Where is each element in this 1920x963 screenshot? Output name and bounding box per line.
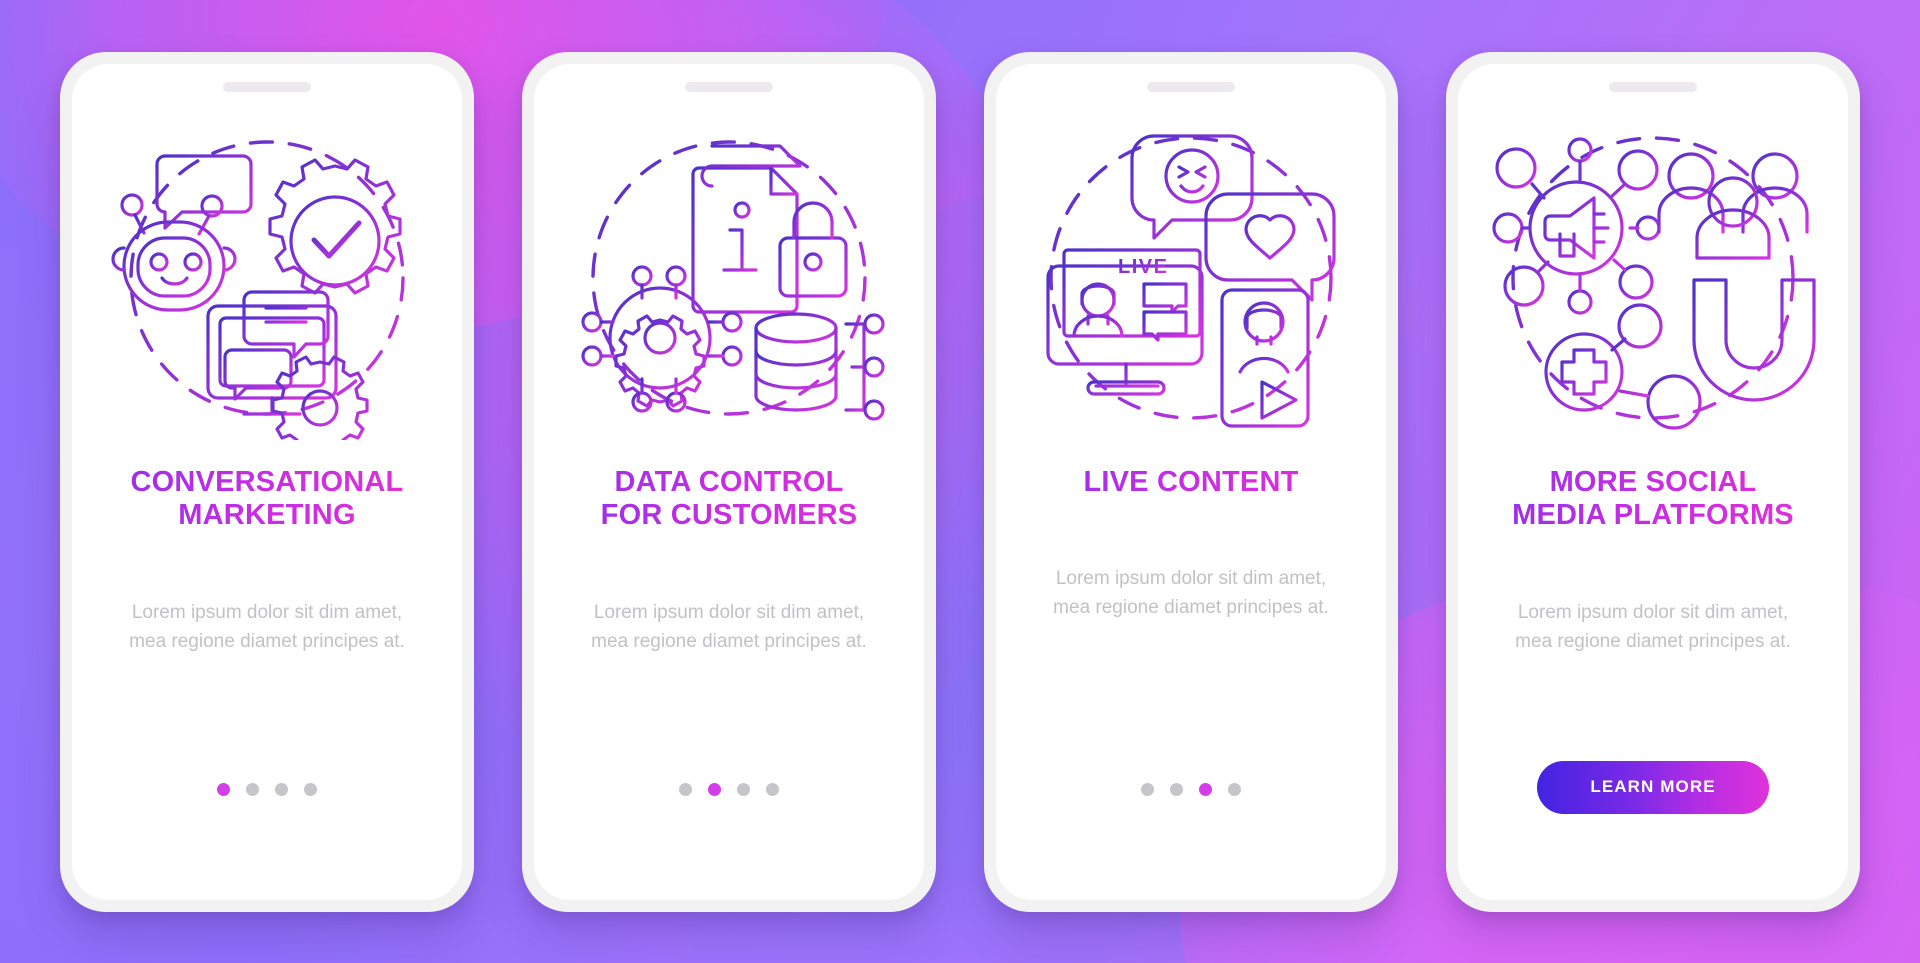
- phone-mockup-data-control: DATA CONTROL FOR CUSTOMERS Lorem ipsum d…: [522, 51, 936, 912]
- pagination-dot-3[interactable]: [275, 782, 288, 796]
- pagination-dot-1[interactable]: [217, 782, 230, 796]
- live-stream-reactions-illustration: LIVE: [1026, 110, 1356, 440]
- slide-title: DATA CONTROL FOR CUSTOMERS: [564, 466, 894, 534]
- pagination-dot-4[interactable]: [304, 782, 317, 796]
- phone-speaker-bar: [223, 81, 311, 92]
- slide-title: MORE SOCIAL MEDIA PLATFORMS: [1488, 466, 1818, 534]
- pagination-dot-3[interactable]: [737, 782, 750, 796]
- slide-body-text: Lorem ipsum dolor sit dim amet, mea regi…: [129, 602, 405, 653]
- learn-more-button[interactable]: LEARN MORE: [1537, 760, 1769, 814]
- pagination-dots[interactable]: [679, 782, 779, 796]
- phone-speaker-bar: [1609, 81, 1697, 92]
- phone-screens-row: CONVERSATIONAL MARKETING Lorem ipsum dol…: [0, 0, 1920, 963]
- slide-title-line: CONVERSATIONAL: [130, 465, 404, 498]
- phone-speaker-bar: [1147, 81, 1235, 92]
- phone-mockup-more-social-media: MORE SOCIAL MEDIA PLATFORMS Lorem ipsum …: [1446, 51, 1860, 912]
- phone-screen: LIVE LIVE CONTENT Lorem ipsum dolor sit …: [996, 63, 1386, 900]
- phone-screen: CONVERSATIONAL MARKETING Lorem ipsum dol…: [72, 63, 462, 900]
- phone-screen: MORE SOCIAL MEDIA PLATFORMS Lorem ipsum …: [1458, 63, 1848, 900]
- slide-body-text: Lorem ipsum dolor sit dim amet, mea regi…: [591, 602, 867, 653]
- slide-body-text: Lorem ipsum dolor sit dim amet, mea regi…: [1515, 602, 1791, 653]
- slide-title: CONVERSATIONAL MARKETING: [102, 466, 432, 534]
- slide-title-line: LIVE CONTENT: [1083, 465, 1299, 498]
- slide-body-text: Lorem ipsum dolor sit dim amet, mea regi…: [1053, 568, 1329, 619]
- pagination-dots[interactable]: [1141, 782, 1241, 796]
- slide-title-line: MEDIA PLATFORMS: [1512, 499, 1794, 532]
- pagination-dot-1[interactable]: [1141, 782, 1154, 796]
- document-lock-database-illustration: [564, 110, 894, 440]
- pagination-dot-3[interactable]: [1199, 782, 1212, 796]
- phone-mockup-live-content: LIVE LIVE CONTENT Lorem ipsum dolor sit …: [984, 51, 1398, 912]
- slide-title-line: MARKETING: [178, 499, 356, 532]
- pagination-dot-2[interactable]: [708, 782, 721, 796]
- phone-mockup-conversational-marketing: CONVERSATIONAL MARKETING Lorem ipsum dol…: [60, 51, 474, 912]
- slide-title-line: DATA CONTROL: [614, 465, 844, 498]
- live-label: LIVE: [1118, 256, 1168, 278]
- cta-container: LEARN MORE: [1537, 760, 1769, 814]
- pagination-dot-1[interactable]: [679, 782, 692, 796]
- slide-title-line: MORE SOCIAL: [1549, 465, 1757, 498]
- pagination-dots[interactable]: [217, 782, 317, 796]
- pagination-dot-2[interactable]: [246, 782, 259, 796]
- megaphone-network-audience-illustration: [1488, 110, 1818, 440]
- pagination-dot-4[interactable]: [1228, 782, 1241, 796]
- onboarding-screens-page: CONVERSATIONAL MARKETING Lorem ipsum dol…: [0, 0, 1920, 963]
- pagination-dot-4[interactable]: [766, 782, 779, 796]
- chatbot-gear-monitor-illustration: [102, 110, 432, 440]
- pagination-dot-2[interactable]: [1170, 782, 1183, 796]
- slide-title: LIVE CONTENT: [1026, 466, 1356, 500]
- phone-speaker-bar: [685, 81, 773, 92]
- slide-title-line: FOR CUSTOMERS: [600, 499, 858, 532]
- phone-screen: DATA CONTROL FOR CUSTOMERS Lorem ipsum d…: [534, 63, 924, 900]
